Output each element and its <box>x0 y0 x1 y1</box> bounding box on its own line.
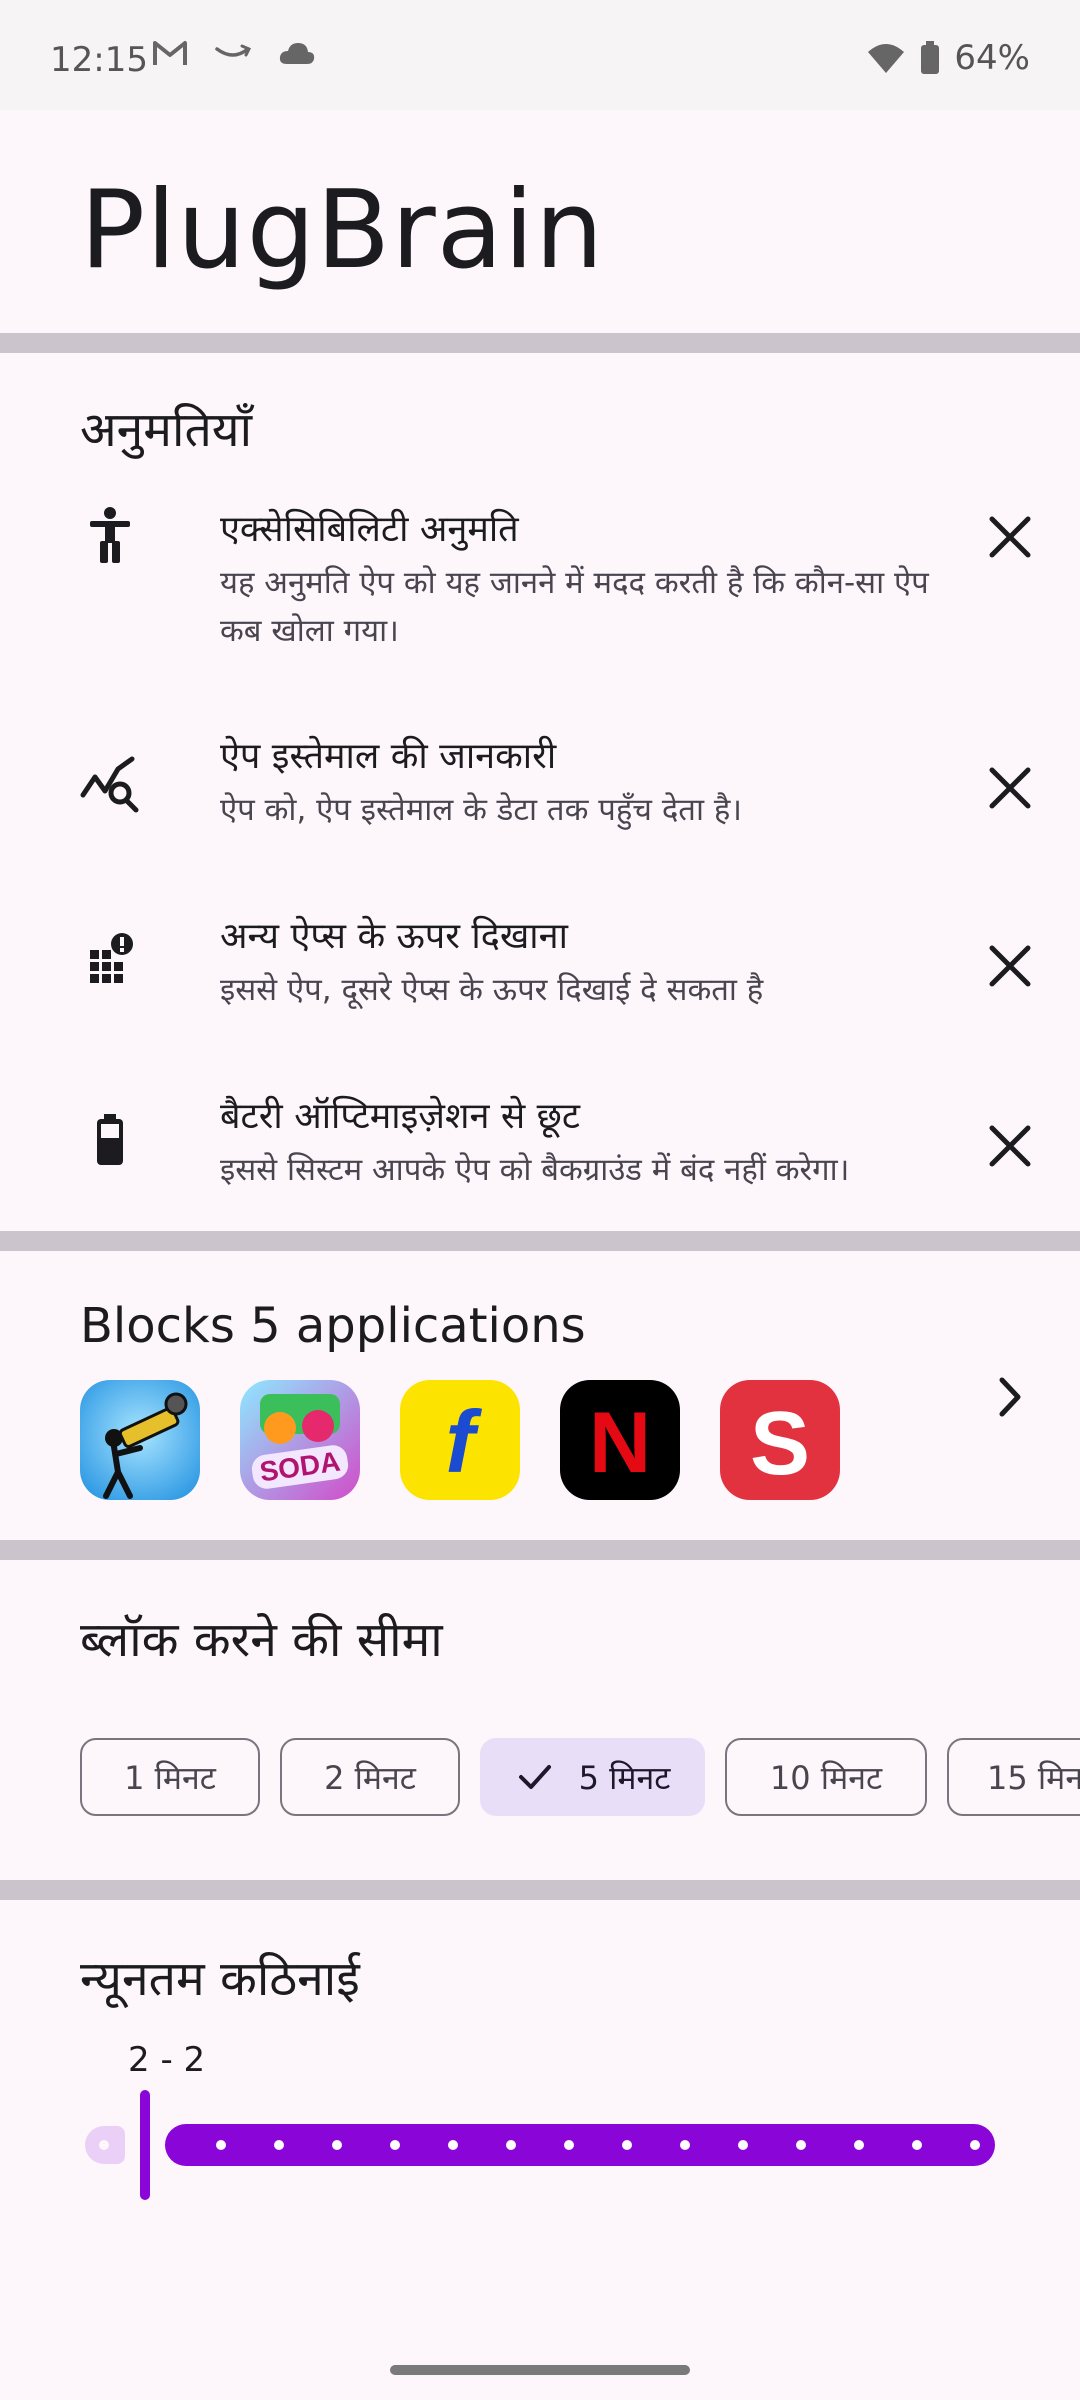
stickman-game-icon[interactable] <box>80 1380 200 1500</box>
slider-tick <box>506 2140 516 2150</box>
chip-label: 5 मिनट <box>578 1758 671 1797</box>
close-icon[interactable] <box>982 509 1038 565</box>
home-indicator[interactable] <box>390 2365 690 2375</box>
chevron-right-icon[interactable] <box>990 1372 1030 1422</box>
permission-title: बैटरी ऑप्टिमाइज़ेशन से छूट <box>220 1096 581 1137</box>
divider <box>0 1231 1080 1251</box>
slider-tick <box>99 2140 109 2150</box>
slider-tick <box>216 2140 226 2150</box>
close-icon[interactable] <box>982 938 1038 994</box>
gmail-icon <box>153 41 187 65</box>
app-icon-label: S <box>750 1394 810 1494</box>
status-bar: 12:15 64% <box>0 0 1080 110</box>
divider <box>0 1540 1080 1560</box>
chip-label: 15 मिनट <box>987 1758 1080 1797</box>
accessibility-icon <box>90 507 130 563</box>
divider <box>0 1880 1080 1900</box>
overlay-icon <box>90 933 133 983</box>
close-icon[interactable] <box>982 1118 1038 1174</box>
flipkart-icon[interactable]: f <box>400 1380 520 1500</box>
wifi-icon <box>868 44 905 73</box>
slider-tick <box>970 2140 980 2150</box>
divider <box>0 333 1080 353</box>
block-limit-title: ब्लॉक करने की सीमा <box>80 1612 443 1668</box>
slider-tick <box>390 2140 400 2150</box>
slider-tick <box>854 2140 864 2150</box>
permission-title: अन्य ऐप्स के ऊपर दिखाना <box>220 916 568 957</box>
slider-tick <box>274 2140 284 2150</box>
amazon-icon <box>215 44 252 57</box>
permissions-title: अनुमतियाँ <box>80 402 253 458</box>
slider-tick <box>912 2140 922 2150</box>
permission-description: इससे ऐप, दूसरे ऐप्स के ऊपर दिखाई दे सकता… <box>220 972 764 1008</box>
slider-tick <box>680 2140 690 2150</box>
blocked-apps-title: Blocks 5 applications <box>80 1298 586 1354</box>
chip-label: 1 मिनट <box>124 1758 216 1797</box>
permission-title: ऐप इस्तेमाल की जानकारी <box>220 736 557 777</box>
slider-tick <box>332 2140 342 2150</box>
permission-description: इससे सिस्टम आपके ऐप को बैकग्राउंड में बं… <box>220 1152 850 1188</box>
check-icon <box>518 1765 551 1789</box>
app-icon-label: SODA <box>258 1446 342 1488</box>
chip-label: 2 मिनट <box>324 1758 416 1797</box>
netflix-icon[interactable]: N <box>560 1380 680 1500</box>
chip-1-minute[interactable]: 1 मिनट <box>80 1738 260 1816</box>
slider-tick <box>738 2140 748 2150</box>
slider-tick <box>796 2140 806 2150</box>
status-time: 12:15 <box>50 40 148 80</box>
slider-handle[interactable] <box>140 2090 150 2200</box>
min-difficulty-title: न्यूनतम कठिनाई <box>80 1951 360 2007</box>
app-icon-label: f <box>445 1392 482 1491</box>
battery-icon <box>921 41 940 74</box>
app-icon-label: N <box>589 1395 651 1491</box>
permission-title: एक्सेसिबिलिटी अनुमति <box>220 509 519 550</box>
permission-description: यह अनुमति ऐप को यह जानने में मदद करती है… <box>220 565 929 649</box>
chip-2-minute[interactable]: 2 मिनट <box>280 1738 460 1816</box>
app-usage-icon <box>80 756 139 813</box>
shop-s-icon[interactable]: S <box>720 1380 840 1500</box>
chip-label: 10 मिनट <box>769 1758 883 1797</box>
chip-10-minute[interactable]: 10 मिनट <box>725 1738 927 1816</box>
permission-description: ऐप को, ऐप इस्तेमाल के डेटा तक पहुँच देता… <box>220 792 743 828</box>
close-icon[interactable] <box>982 760 1038 816</box>
slider-value-label: 2 - 2 <box>128 2040 206 2080</box>
candy-crush-soda-icon[interactable]: SODA <box>240 1380 360 1500</box>
slider-tick <box>622 2140 632 2150</box>
chip-15-minute[interactable]: 15 मिनट <box>947 1738 1080 1816</box>
battery-percent: 64% <box>954 38 1030 78</box>
slider-tick <box>564 2140 574 2150</box>
slider-tick <box>448 2140 458 2150</box>
chip-5-minute[interactable]: 5 मिनट <box>480 1738 705 1816</box>
slider-active-track[interactable] <box>165 2124 995 2166</box>
battery-icon <box>97 1114 123 1165</box>
app-title: PlugBrain <box>80 168 605 293</box>
cloud-icon <box>279 43 315 64</box>
